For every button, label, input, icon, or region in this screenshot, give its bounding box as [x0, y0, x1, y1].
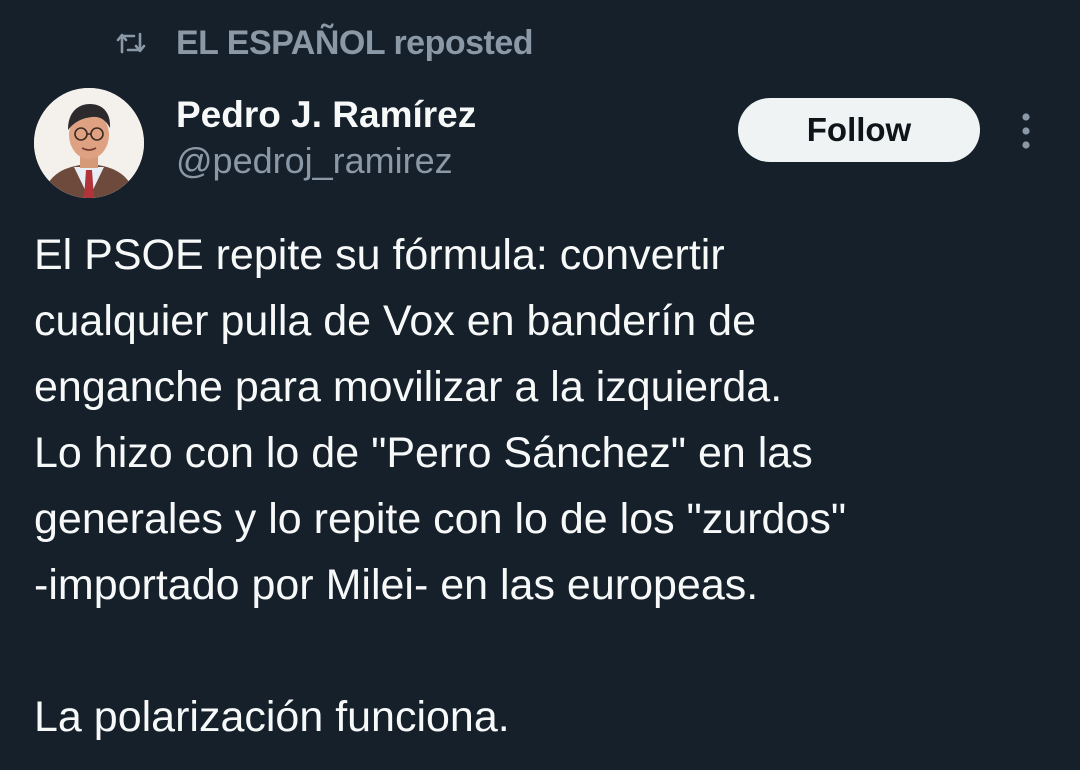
tweet-paragraph-2: La polarización funciona.: [34, 693, 510, 741]
author-info[interactable]: Pedro J. Ramírez @pedroj_ramirez: [176, 92, 476, 184]
avatar[interactable]: [34, 88, 144, 198]
repost-icon: [114, 26, 148, 60]
author-display-name[interactable]: Pedro J. Ramírez: [176, 92, 476, 138]
more-options-icon: [1022, 113, 1030, 149]
tweet-paragraph-1: El PSOE repite su fórmula: convertir cua…: [34, 231, 847, 609]
more-options-button[interactable]: [1008, 108, 1044, 154]
author-handle[interactable]: @pedroj_ramirez: [176, 138, 476, 184]
repost-label: EL ESPAÑOL reposted: [176, 23, 534, 62]
repost-context[interactable]: EL ESPAÑOL reposted: [114, 22, 534, 64]
tweet-text: El PSOE repite su fórmula: convertir cua…: [34, 222, 1054, 750]
avatar-illustration-icon: [34, 88, 144, 198]
follow-button[interactable]: Follow: [738, 98, 980, 162]
